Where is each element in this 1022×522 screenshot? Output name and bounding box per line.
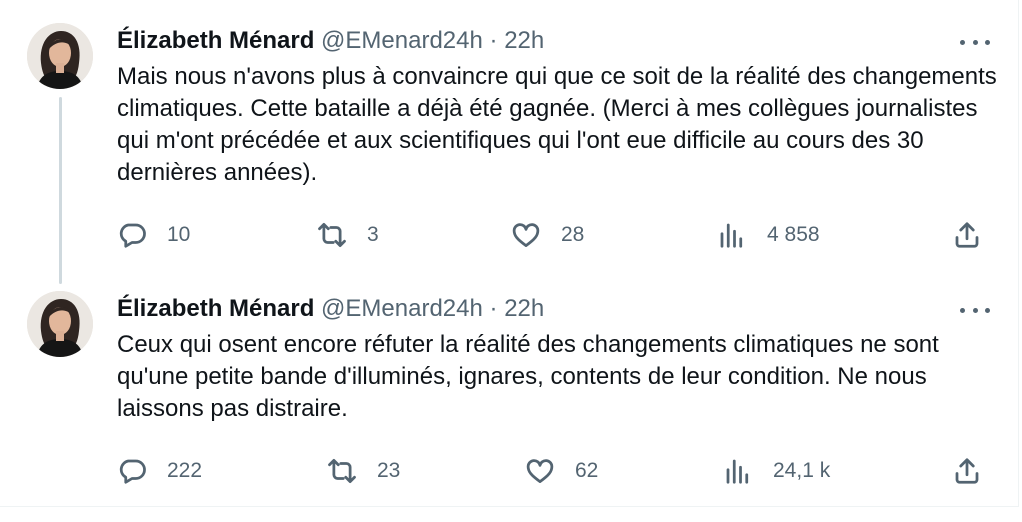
reply-count: 222 [167,459,203,482]
tweet-header: Élizabeth Ménard @EMenard24h · 22h [117,26,544,56]
thread-connector-line [59,97,62,284]
tweet-text: Mais nous n'avons plus à convaincre qui … [117,63,997,186]
reply-icon [119,459,146,484]
separator-dot: · [489,27,498,54]
tweet[interactable]: Élizabeth Ménard @EMenard24h · 22h Ceux … [0,268,1018,506]
thread-container: Élizabeth Ménard @EMenard24h · 22h Mais … [0,0,1019,507]
share-button[interactable] [952,217,982,253]
avatar[interactable] [27,291,93,357]
like-button[interactable]: 62 [525,453,598,489]
views-count: 24,1 k [773,459,831,482]
tweet-text: Ceux qui osent encore réfuter la réalité… [117,331,939,422]
author-name[interactable]: Élizabeth Ménard [117,295,314,322]
share-button[interactable] [952,453,982,489]
author-handle[interactable]: @EMenard24h [321,27,483,54]
retweet-count: 3 [367,223,379,246]
views-count: 4 858 [767,223,820,246]
like-button[interactable]: 28 [511,217,584,253]
share-icon [955,222,979,248]
heart-icon [512,223,540,247]
like-count: 62 [575,459,599,482]
tweet-actions: 222 23 62 24,1 k [117,453,987,489]
retweet-button[interactable]: 23 [327,453,400,489]
reply-count: 10 [167,223,191,246]
tweet-header: Élizabeth Ménard @EMenard24h · 22h [117,294,544,324]
reply-button[interactable]: 10 [117,217,190,253]
retweet-count: 23 [377,459,401,482]
reply-button[interactable]: 222 [117,453,202,489]
more-horizontal-icon[interactable] [960,300,990,320]
author-name[interactable]: Élizabeth Ménard [117,27,314,54]
tweet-timestamp[interactable]: 22h [504,295,544,322]
heart-icon [526,459,554,483]
retweet-icon [328,459,356,483]
tweet[interactable]: Élizabeth Ménard @EMenard24h · 22h Mais … [0,0,1018,284]
like-count: 28 [561,223,585,246]
tweet-timestamp[interactable]: 22h [504,27,544,54]
views-button[interactable]: 24,1 k [723,453,830,489]
reply-icon [119,223,146,248]
author-handle[interactable]: @EMenard24h [321,295,483,322]
analytics-icon [720,223,743,248]
share-icon [955,458,979,484]
more-horizontal-icon[interactable] [960,32,990,52]
separator-dot: · [489,295,498,322]
avatar[interactable] [27,23,93,89]
retweet-icon [318,223,346,247]
retweet-button[interactable]: 3 [317,217,379,253]
views-button[interactable]: 4 858 [717,217,820,253]
analytics-icon [726,459,749,484]
tweet-actions: 10 3 28 4 858 [117,217,987,253]
